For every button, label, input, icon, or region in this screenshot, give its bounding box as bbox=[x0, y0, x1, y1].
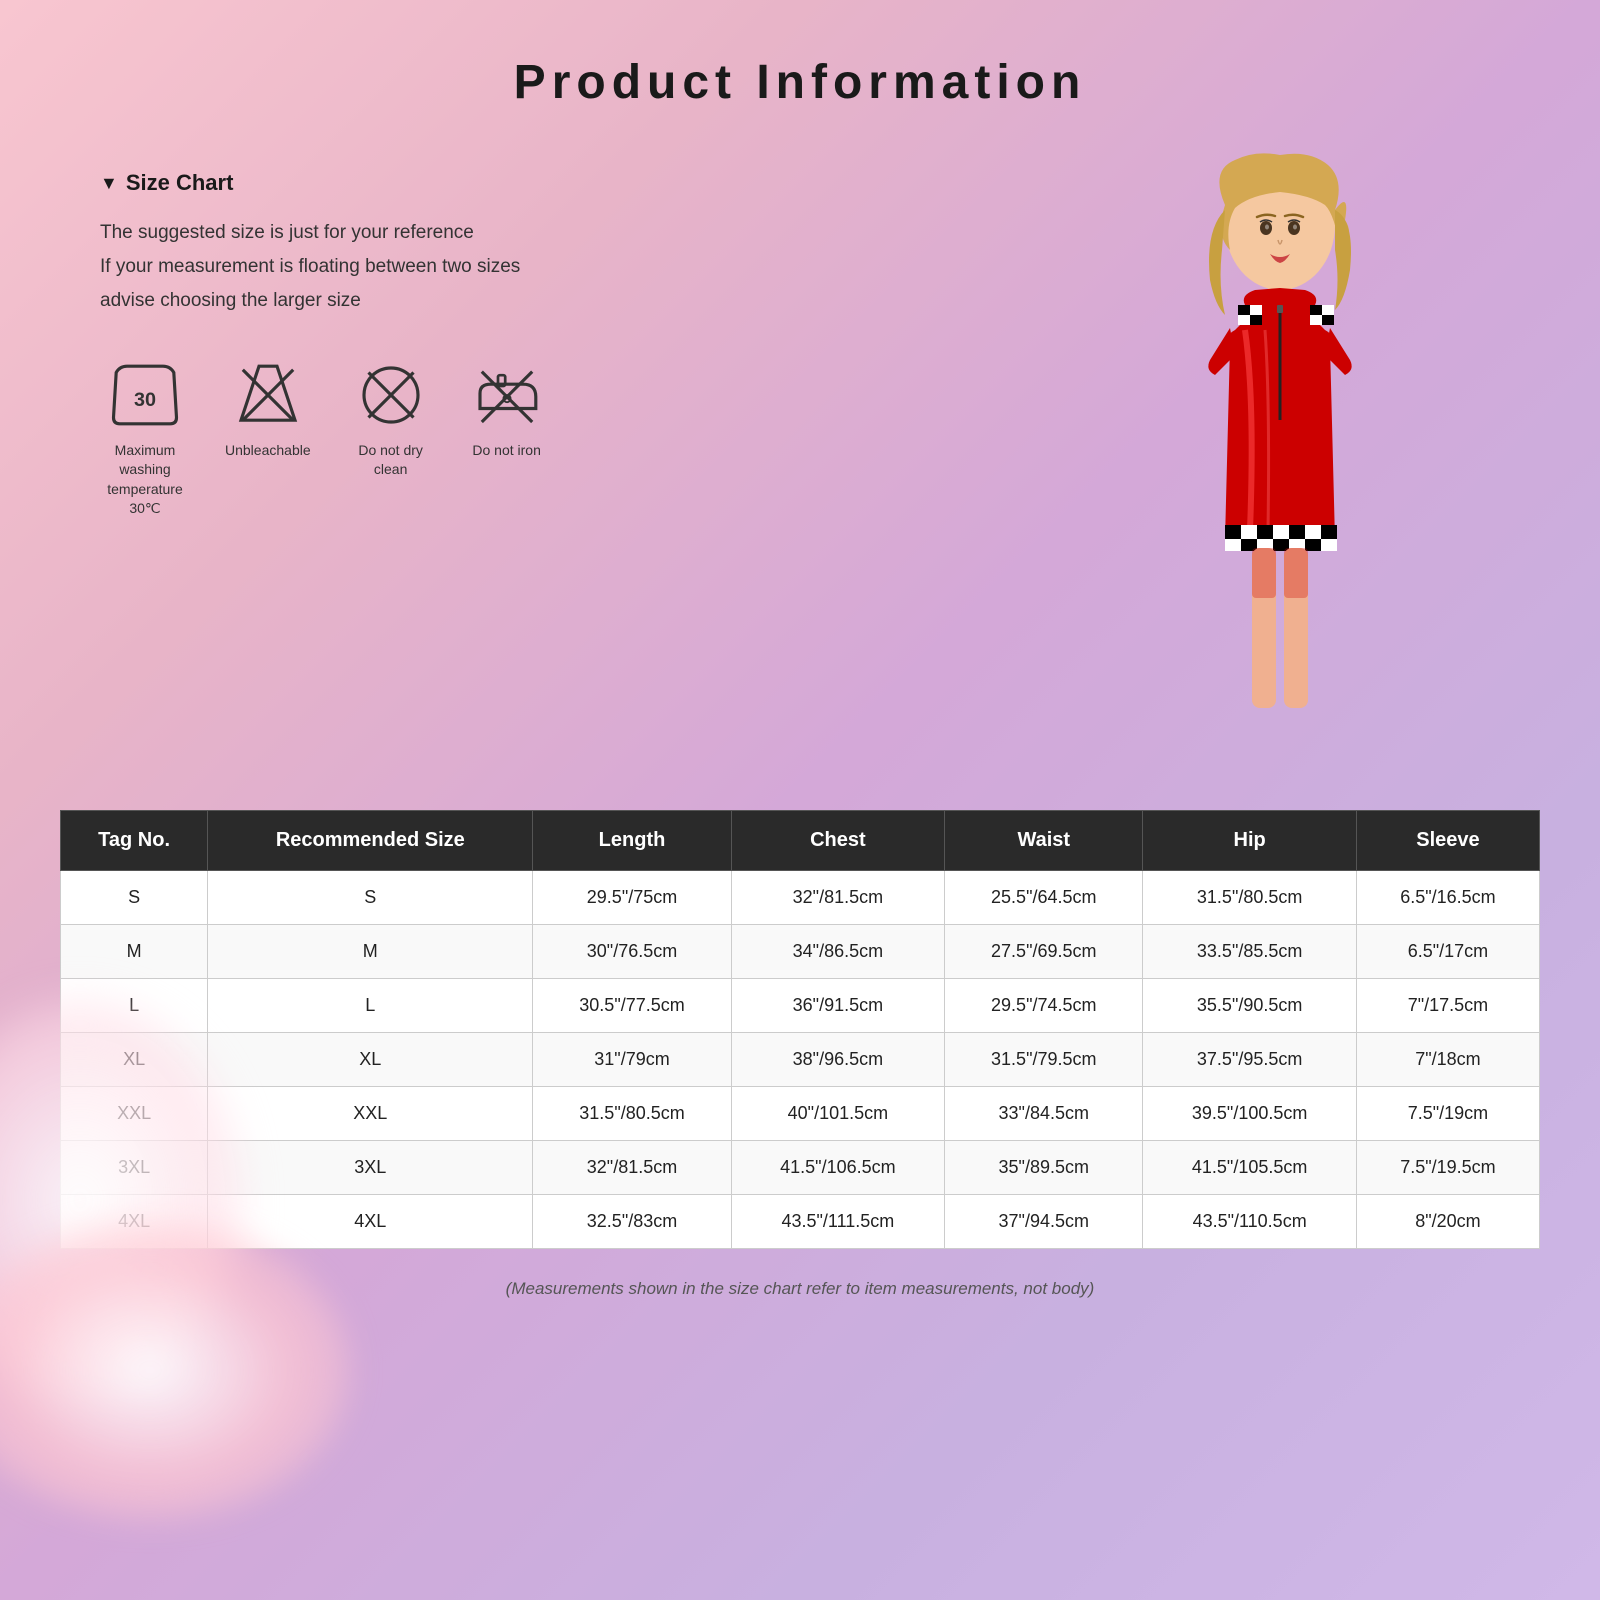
table-cell-3-3: 38"/96.5cm bbox=[731, 1033, 944, 1087]
product-image-section bbox=[1040, 150, 1520, 760]
table-cell-3-5: 37.5"/95.5cm bbox=[1143, 1033, 1356, 1087]
col-header-length: Length bbox=[533, 811, 731, 871]
table-row: LL30.5"/77.5cm36"/91.5cm29.5"/74.5cm35.5… bbox=[61, 979, 1540, 1033]
table-cell-0-2: 29.5"/75cm bbox=[533, 871, 731, 925]
upper-section: Size Chart The suggested size is just fo… bbox=[0, 110, 1600, 760]
size-table: Tag No. Recommended Size Length Chest Wa… bbox=[60, 810, 1540, 1249]
care-item-iron: Do not iron bbox=[471, 359, 543, 461]
table-cell-0-4: 25.5"/64.5cm bbox=[945, 871, 1143, 925]
care-item-bleach: Unbleachable bbox=[225, 359, 311, 461]
table-cell-1-0: M bbox=[61, 925, 208, 979]
col-header-hip: Hip bbox=[1143, 811, 1356, 871]
iron-label: Do not iron bbox=[472, 441, 540, 461]
table-cell-2-1: L bbox=[208, 979, 533, 1033]
table-cell-5-4: 35"/89.5cm bbox=[945, 1141, 1143, 1195]
table-cell-6-3: 43.5"/111.5cm bbox=[731, 1195, 944, 1249]
desc-line-3: advise choosing the larger size bbox=[100, 284, 1040, 318]
size-table-body: SS29.5"/75cm32"/81.5cm25.5"/64.5cm31.5"/… bbox=[61, 871, 1540, 1249]
table-row: XLXL31"/79cm38"/96.5cm31.5"/79.5cm37.5"/… bbox=[61, 1033, 1540, 1087]
table-cell-0-1: S bbox=[208, 871, 533, 925]
table-cell-5-3: 41.5"/106.5cm bbox=[731, 1141, 944, 1195]
dryclean-label: Do not dry clean bbox=[346, 441, 436, 480]
decorative-fluffy-bottom bbox=[0, 1220, 350, 1520]
table-row: 3XL3XL32"/81.5cm41.5"/106.5cm35"/89.5cm4… bbox=[61, 1141, 1540, 1195]
table-cell-0-3: 32"/81.5cm bbox=[731, 871, 944, 925]
table-cell-3-6: 7"/18cm bbox=[1356, 1033, 1539, 1087]
table-cell-4-4: 33"/84.5cm bbox=[945, 1087, 1143, 1141]
table-cell-1-3: 34"/86.5cm bbox=[731, 925, 944, 979]
care-item-wash: 30 Maximum washingtemperature 30℃ bbox=[100, 359, 190, 519]
wash-icon: 30 bbox=[109, 359, 181, 431]
table-cell-6-1: 4XL bbox=[208, 1195, 533, 1249]
table-cell-5-2: 32"/81.5cm bbox=[533, 1141, 731, 1195]
desc-line-2: If your measurement is floating between … bbox=[100, 250, 1040, 284]
table-cell-1-4: 27.5"/69.5cm bbox=[945, 925, 1143, 979]
table-cell-0-6: 6.5"/16.5cm bbox=[1356, 871, 1539, 925]
table-cell-0-5: 31.5"/80.5cm bbox=[1143, 871, 1356, 925]
model-illustration bbox=[1070, 150, 1490, 760]
table-cell-0-0: S bbox=[61, 871, 208, 925]
iron-icon bbox=[471, 359, 543, 431]
table-cell-1-1: M bbox=[208, 925, 533, 979]
table-cell-6-2: 32.5"/83cm bbox=[533, 1195, 731, 1249]
col-header-chest: Chest bbox=[731, 811, 944, 871]
bleach-icon bbox=[232, 359, 304, 431]
table-row: XXLXXL31.5"/80.5cm40"/101.5cm33"/84.5cm3… bbox=[61, 1087, 1540, 1141]
table-cell-5-6: 7.5"/19.5cm bbox=[1356, 1141, 1539, 1195]
size-chart-title: Size Chart bbox=[100, 170, 1040, 196]
dryclean-icon bbox=[355, 359, 427, 431]
care-icons-row: 30 Maximum washingtemperature 30℃ Unblea… bbox=[100, 359, 1040, 519]
table-cell-4-6: 7.5"/19cm bbox=[1356, 1087, 1539, 1141]
table-row: 4XL4XL32.5"/83cm43.5"/111.5cm37"/94.5cm4… bbox=[61, 1195, 1540, 1249]
col-header-sleeve: Sleeve bbox=[1356, 811, 1539, 871]
bleach-label: Unbleachable bbox=[225, 441, 311, 461]
col-header-waist: Waist bbox=[945, 811, 1143, 871]
table-cell-4-5: 39.5"/100.5cm bbox=[1143, 1087, 1356, 1141]
table-cell-1-6: 6.5"/17cm bbox=[1356, 925, 1539, 979]
table-cell-3-1: XL bbox=[208, 1033, 533, 1087]
table-cell-2-2: 30.5"/77.5cm bbox=[533, 979, 731, 1033]
table-cell-2-5: 35.5"/90.5cm bbox=[1143, 979, 1356, 1033]
page-title: Product Information bbox=[0, 0, 1600, 110]
table-cell-1-2: 30"/76.5cm bbox=[533, 925, 731, 979]
table-header-row: Tag No. Recommended Size Length Chest Wa… bbox=[61, 811, 1540, 871]
table-cell-1-5: 33.5"/85.5cm bbox=[1143, 925, 1356, 979]
table-cell-6-5: 43.5"/110.5cm bbox=[1143, 1195, 1356, 1249]
desc-line-1: The suggested size is just for your refe… bbox=[100, 216, 1040, 250]
table-cell-5-5: 41.5"/105.5cm bbox=[1143, 1141, 1356, 1195]
table-row: SS29.5"/75cm32"/81.5cm25.5"/64.5cm31.5"/… bbox=[61, 871, 1540, 925]
col-header-tag: Tag No. bbox=[61, 811, 208, 871]
table-cell-4-1: XXL bbox=[208, 1087, 533, 1141]
col-header-rec-size: Recommended Size bbox=[208, 811, 533, 871]
size-description: The suggested size is just for your refe… bbox=[100, 216, 1040, 319]
left-info: Size Chart The suggested size is just fo… bbox=[100, 150, 1040, 760]
table-cell-3-4: 31.5"/79.5cm bbox=[945, 1033, 1143, 1087]
table-cell-2-4: 29.5"/74.5cm bbox=[945, 979, 1143, 1033]
svg-text:30: 30 bbox=[134, 388, 156, 410]
table-cell-2-3: 36"/91.5cm bbox=[731, 979, 944, 1033]
table-cell-3-2: 31"/79cm bbox=[533, 1033, 731, 1087]
wash-label: Maximum washingtemperature 30℃ bbox=[100, 441, 190, 519]
table-cell-2-6: 7"/17.5cm bbox=[1356, 979, 1539, 1033]
table-cell-6-6: 8"/20cm bbox=[1356, 1195, 1539, 1249]
size-table-section: Tag No. Recommended Size Length Chest Wa… bbox=[60, 810, 1540, 1249]
table-cell-4-3: 40"/101.5cm bbox=[731, 1087, 944, 1141]
table-row: MM30"/76.5cm34"/86.5cm27.5"/69.5cm33.5"/… bbox=[61, 925, 1540, 979]
table-cell-4-2: 31.5"/80.5cm bbox=[533, 1087, 731, 1141]
care-item-dryclean: Do not dry clean bbox=[346, 359, 436, 480]
table-cell-6-4: 37"/94.5cm bbox=[945, 1195, 1143, 1249]
table-cell-5-1: 3XL bbox=[208, 1141, 533, 1195]
